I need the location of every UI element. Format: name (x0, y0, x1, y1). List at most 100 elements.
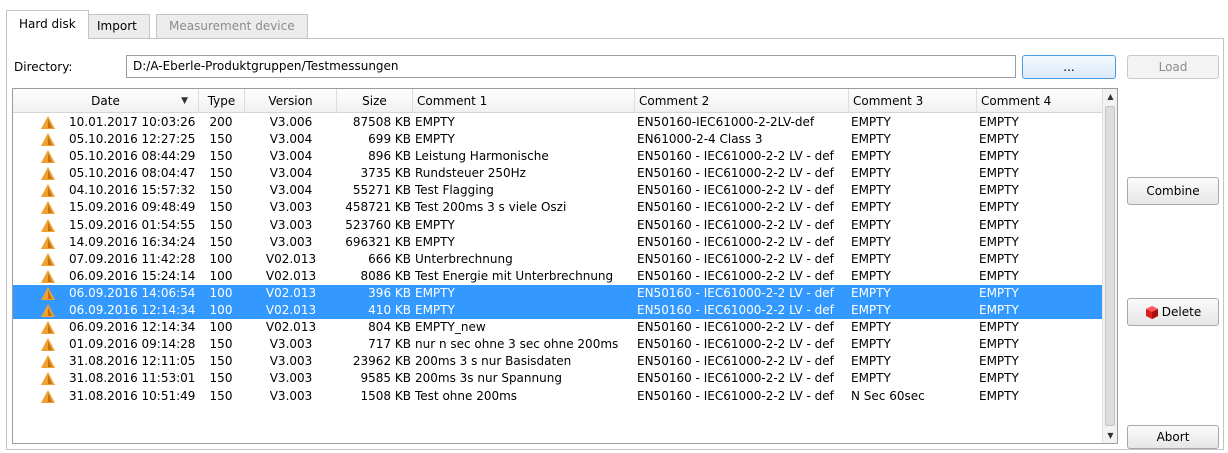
cell-date: 06.09.2016 12:14:34 (69, 320, 196, 335)
delete-icon (1145, 305, 1159, 319)
warning-triangle-icon (41, 370, 57, 387)
cell-comment-4: EMPTY (979, 217, 1019, 232)
cell-comment-4: EMPTY (979, 115, 1019, 129)
cell-type: 150 (209, 371, 233, 386)
delete-button[interactable]: Delete (1127, 298, 1219, 326)
cell-date: 07.09.2016 11:42:28 (69, 251, 196, 266)
table-row[interactable]: 06.09.2016 15:24:14 100 V02.013 8086 KB Test… (13, 268, 1103, 285)
table-row[interactable]: 05.10.2016 08:04:47 150 V3.004 3735 KB Runds… (13, 165, 1103, 182)
vertical-scrollbar[interactable]: ▲ ▼ (1102, 89, 1117, 443)
cell-version: V3.003 (269, 371, 313, 386)
cell-date: 31.08.2016 11:53:01 (69, 371, 196, 386)
scroll-up-icon[interactable]: ▲ (1103, 89, 1117, 104)
table-row[interactable]: 05.10.2016 12:27:25 150 V3.004 699 KB EMPTY E… (13, 131, 1103, 148)
cell-comment-3: EMPTY (851, 320, 891, 335)
cell-comment-2: EN50160 - IEC61000-2-2 LV - def (637, 200, 834, 215)
cell-comment-2: EN50160 - IEC61000-2-2 LV - def (637, 268, 834, 283)
cell-type: 150 (209, 183, 233, 198)
table-row[interactable]: 15.09.2016 01:54:55 150 V3.003 523760 KB EMP… (13, 217, 1103, 234)
scroll-down-icon[interactable]: ▼ (1103, 428, 1117, 443)
column-header-comment-3[interactable]: Comment 3 (849, 89, 977, 113)
warning-triangle-icon (41, 165, 57, 182)
table-row[interactable]: 31.08.2016 11:53:01 150 V3.003 9585 KB 200ms… (13, 370, 1103, 387)
cell-comment-2: EN50160-IEC61000-2-2LV-def (637, 115, 815, 129)
table-row[interactable]: 01.09.2016 09:14:28 150 V3.003 717 KB nur n … (13, 336, 1103, 353)
table-row[interactable]: 07.09.2016 11:42:28 100 V02.013 666 KB Unter… (13, 251, 1103, 268)
cell-version: V3.003 (269, 388, 313, 403)
table-row[interactable]: 04.10.2016 15:57:32 150 V3.004 55271 KB Test… (13, 182, 1103, 199)
load-button[interactable]: Load (1127, 55, 1219, 79)
table-row[interactable]: 06.09.2016 12:14:34 100 V02.013 804 KB EMPTY… (13, 319, 1103, 336)
cell-comment-2: EN50160 - IEC61000-2-2 LV - def (637, 234, 834, 249)
cell-comment-2: EN50160 - IEC61000-2-2 LV - def (637, 354, 834, 369)
table-row[interactable]: 15.09.2016 09:48:49 150 V3.003 458721 KB Tes… (13, 199, 1103, 216)
cell-date: 04.10.2016 15:57:32 (69, 183, 196, 198)
cell-date: 06.09.2016 12:14:34 (69, 303, 196, 318)
cell-size: 410 KB (368, 303, 411, 318)
table-row[interactable]: 14.09.2016 16:34:24 150 V3.003 696321 KB EMP… (13, 234, 1103, 251)
cell-size: 3735 KB (360, 166, 411, 181)
warning-triangle-icon (41, 268, 57, 285)
table-row[interactable]: 10.01.2017 10:03:26 200 V3.006 87508 KB EMPT… (13, 114, 1103, 131)
cell-comment-4: EMPTY (979, 132, 1019, 147)
cell-comment-3: EMPTY (851, 337, 891, 352)
cell-comment-3: EMPTY (851, 303, 891, 318)
cell-comment-1: EMPTY (415, 217, 455, 232)
cell-size: 896 KB (368, 149, 411, 164)
cell-type: 100 (209, 251, 233, 266)
table-row[interactable]: 06.09.2016 14:06:54 100 V02.013 396 KB EMPTY… (13, 284, 1103, 303)
table-row[interactable]: 31.08.2016 10:51:49 150 V3.003 1508 KB Test … (13, 388, 1103, 405)
cell-comment-4: EMPTY (979, 388, 1019, 403)
column-header-comment-1[interactable]: Comment 1 (413, 89, 635, 113)
cell-comment-2: EN50160 - IEC61000-2-2 LV - def (637, 183, 834, 198)
cell-size: 699 KB (368, 132, 411, 147)
cell-comment-1: 200ms 3s nur Spannung (415, 371, 562, 386)
cell-comment-4: EMPTY (979, 320, 1019, 335)
cell-date: 15.09.2016 01:54:55 (69, 217, 196, 232)
cell-type: 150 (209, 200, 233, 215)
cell-comment-1: nur n sec ohne 3 sec ohne 200ms (415, 337, 619, 352)
cell-type: 150 (209, 354, 233, 369)
column-header-version[interactable]: Version (245, 89, 337, 113)
cell-size: 9585 KB (360, 371, 411, 386)
browse-button[interactable]: ... (1022, 55, 1116, 79)
cell-version: V3.003 (269, 234, 313, 249)
tab-hard-disk[interactable]: Hard disk (6, 10, 89, 39)
cell-comment-4: EMPTY (979, 166, 1019, 181)
table-row[interactable]: 31.08.2016 12:11:05 150 V3.003 23962 KB 200m… (13, 353, 1103, 370)
cell-comment-4: EMPTY (979, 200, 1019, 215)
column-header-comment-4[interactable]: Comment 4 (977, 89, 1103, 113)
abort-button[interactable]: Abort (1127, 425, 1219, 449)
combine-button[interactable]: Combine (1127, 177, 1219, 205)
tab-import[interactable]: Import (84, 14, 150, 38)
cell-version: V02.013 (265, 320, 317, 335)
cell-date: 05.10.2016 08:44:29 (69, 149, 196, 164)
column-header-label: Date (91, 94, 120, 108)
cell-type: 150 (209, 388, 233, 403)
cell-version: V3.004 (269, 149, 313, 164)
directory-input[interactable]: D:/A-Eberle-Produktgruppen/Testmessungen (126, 55, 1016, 78)
cell-date: 05.10.2016 08:04:47 (69, 166, 196, 181)
cell-version: V02.013 (265, 285, 317, 300)
scrollbar-thumb[interactable] (1105, 106, 1115, 426)
cell-comment-2: EN61000-2-4 Class 3 (637, 132, 763, 147)
cell-date: 14.09.2016 16:34:24 (69, 234, 196, 249)
column-header-comment-2[interactable]: Comment 2 (635, 89, 849, 113)
table-row[interactable]: 05.10.2016 08:44:29 150 V3.004 896 KB Leistu… (13, 148, 1103, 165)
cell-comment-3: EMPTY (851, 234, 891, 249)
cell-comment-4: EMPTY (979, 268, 1019, 283)
cell-date: 15.09.2016 09:48:49 (69, 200, 196, 215)
table-row[interactable]: 06.09.2016 12:14:34 100 V02.013 410 KB EMPTY… (13, 302, 1103, 320)
warning-triangle-icon (41, 319, 57, 336)
table-header: Date ▼ Type Version Size Comment 1 Comme… (13, 89, 1103, 113)
tab-measurement-device[interactable]: Measurement device (156, 14, 308, 38)
cell-comment-4: EMPTY (979, 285, 1019, 300)
column-header-size[interactable]: Size (337, 89, 413, 113)
cell-size: 804 KB (368, 320, 411, 335)
warning-triangle-icon (41, 388, 57, 405)
column-header-date[interactable]: Date ▼ (13, 89, 199, 113)
cell-type: 100 (209, 303, 233, 318)
column-header-type[interactable]: Type (199, 89, 245, 113)
file-table[interactable]: Date ▼ Type Version Size Comment 1 Comme… (12, 88, 1118, 444)
cell-type: 100 (209, 285, 233, 300)
